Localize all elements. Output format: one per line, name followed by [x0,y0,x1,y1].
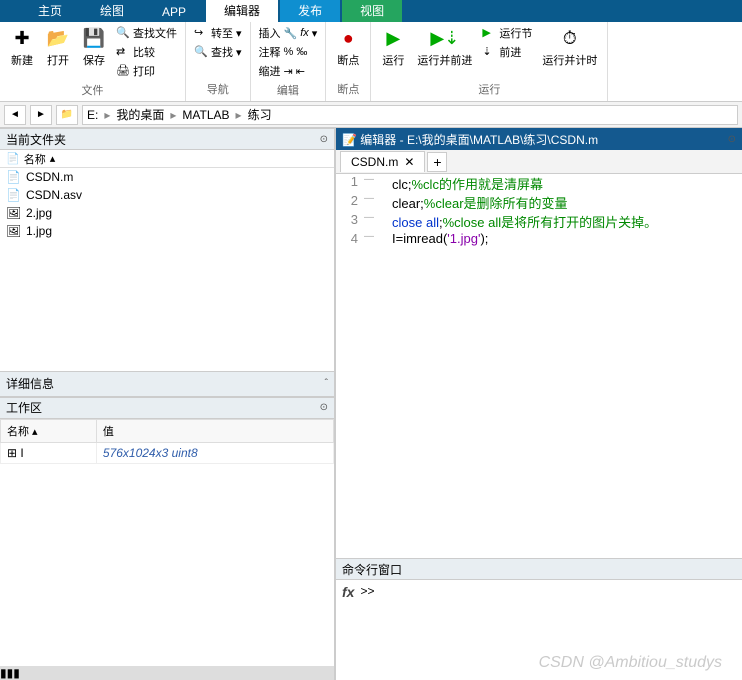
tab-editor[interactable]: 编辑器 [206,0,278,22]
group-edit: 编辑 [277,80,299,100]
breadcrumb[interactable]: E:▸ 我的桌面▸ MATLAB▸ 练习 [82,105,738,125]
new-button[interactable]: ✚新建 [6,24,38,70]
print-button[interactable]: 🖨打印 [114,62,179,80]
tab-view[interactable]: 视图 [342,0,402,22]
find-button[interactable]: 🔍查找 ▾ [192,43,244,61]
file-tab[interactable]: CSDN.m✕ [340,151,425,172]
scrollbar[interactable]: ▮▮▮ [0,666,334,680]
fx-icon: fx [342,584,354,676]
file-row[interactable]: 📄CSDN.m [0,168,334,186]
run-time-button[interactable]: ⏱运行并计时 [538,24,601,70]
advance-button[interactable]: ⇣前进 [480,43,534,61]
nav-up[interactable]: 📁 [56,105,78,125]
prompt: >> [360,584,374,676]
compare-button[interactable]: ⇄比较 [114,43,179,61]
current-folder-header: 当前文件夹⊙ [0,128,334,150]
run-section-button[interactable]: ▶运行节 [480,24,534,42]
close-icon[interactable]: ✕ [404,155,414,169]
panel-menu-icon[interactable]: ⊙ [320,134,328,145]
expand-icon[interactable]: ˆ [325,378,328,389]
file-list: 📄CSDN.m📄CSDN.asv🖼2.jpg🖼1.jpg [0,168,334,371]
indent-button[interactable]: 缩进 ⇥ ⇤ [257,62,320,80]
comment-button[interactable]: 注释 % ‰ [257,43,320,61]
panel-menu-icon[interactable]: ⊙ [320,402,328,413]
breakpoints-button[interactable]: ●断点 [332,24,364,70]
insert-button[interactable]: 插入 🔧 fx ▾ [257,24,320,42]
run-button[interactable]: ▶运行 [377,24,409,70]
command-window-header: 命令行窗口 [336,558,742,580]
group-run: 运行 [478,79,500,99]
save-button[interactable]: 💾保存 [78,24,110,70]
file-row[interactable]: 🖼1.jpg [0,222,334,240]
editor-titlebar: 📝 编辑器 - E:\我的桌面\MATLAB\练习\CSDN.m⊙ [336,128,742,150]
details-header[interactable]: 详细信息ˆ [0,371,334,397]
tab-plots[interactable]: 绘图 [82,0,142,22]
file-row[interactable]: 📄CSDN.asv [0,186,334,204]
workspace-header: 工作区⊙ [0,397,334,419]
open-button[interactable]: 📂打开 [42,24,74,70]
address-bar: ◄ ► 📁 E:▸ 我的桌面▸ MATLAB▸ 练习 [0,102,742,128]
find-files-button[interactable]: 🔍查找文件 [114,24,179,42]
ribbon: ✚新建 📂打开 💾保存 🔍查找文件 ⇄比较 🖨打印 文件 ↪转至 ▾ 🔍查找 ▾… [0,22,742,102]
tab-home[interactable]: 主页 [20,0,80,22]
ws-col-value[interactable]: 值 [96,419,333,442]
group-nav: 导航 [207,79,229,99]
nav-fwd[interactable]: ► [30,105,52,125]
ribbon-tabs: 主页 绘图 APP 编辑器 发布 视图 [0,0,742,22]
goto-button[interactable]: ↪转至 ▾ [192,24,244,42]
tab-apps[interactable]: APP [144,2,204,22]
file-row[interactable]: 🖼2.jpg [0,204,334,222]
run-advance-button[interactable]: ▶⇣运行并前进 [413,24,476,70]
group-file: 文件 [82,80,104,100]
command-window[interactable]: fx >> [336,580,742,680]
workspace-table: 名称 ▴值 ⊞ I576x1024x3 uint8 [0,419,334,464]
add-tab-button[interactable]: + [427,152,447,172]
workspace-row[interactable]: ⊞ I576x1024x3 uint8 [1,442,334,463]
name-column-header[interactable]: 📄 名称 ▴ [0,150,334,168]
tab-publish[interactable]: 发布 [280,0,340,22]
ws-col-name[interactable]: 名称 ▴ [1,419,97,442]
nav-back[interactable]: ◄ [4,105,26,125]
editor-tabs: CSDN.m✕ + [336,150,742,174]
panel-menu-icon[interactable]: ⊙ [728,134,736,145]
group-break: 断点 [337,79,359,99]
code-editor[interactable]: 1clc;%clc的作用就是清屏幕2clear;%clear是删除所有的变量3c… [336,174,742,558]
